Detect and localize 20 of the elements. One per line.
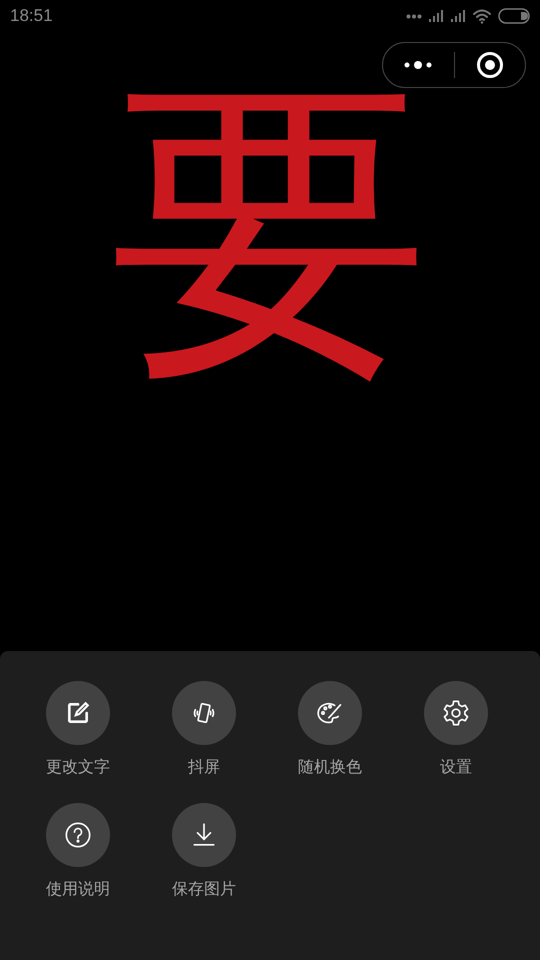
action-label: 使用说明 (46, 879, 110, 900)
action-label: 抖屏 (188, 757, 220, 778)
action-label: 更改文字 (46, 757, 110, 778)
more-dots-icon (406, 14, 422, 18)
action-label: 随机换色 (298, 757, 362, 778)
settings-icon (442, 699, 470, 727)
vibrating-phone-icon (191, 700, 217, 726)
signal-icon (428, 9, 444, 23)
display-text: 要 (110, 80, 430, 380)
close-icon[interactable] (476, 51, 504, 79)
wifi-icon (472, 8, 492, 24)
more-icon[interactable] (404, 60, 432, 70)
action-label: 保存图片 (172, 879, 236, 900)
download-icon (191, 822, 217, 848)
status-time: 18:51 (10, 6, 53, 26)
battery-icon (498, 8, 530, 24)
signal-icon (450, 9, 466, 23)
edit-icon (65, 700, 91, 726)
help-icon (64, 821, 92, 849)
action-label: 设置 (440, 757, 472, 778)
